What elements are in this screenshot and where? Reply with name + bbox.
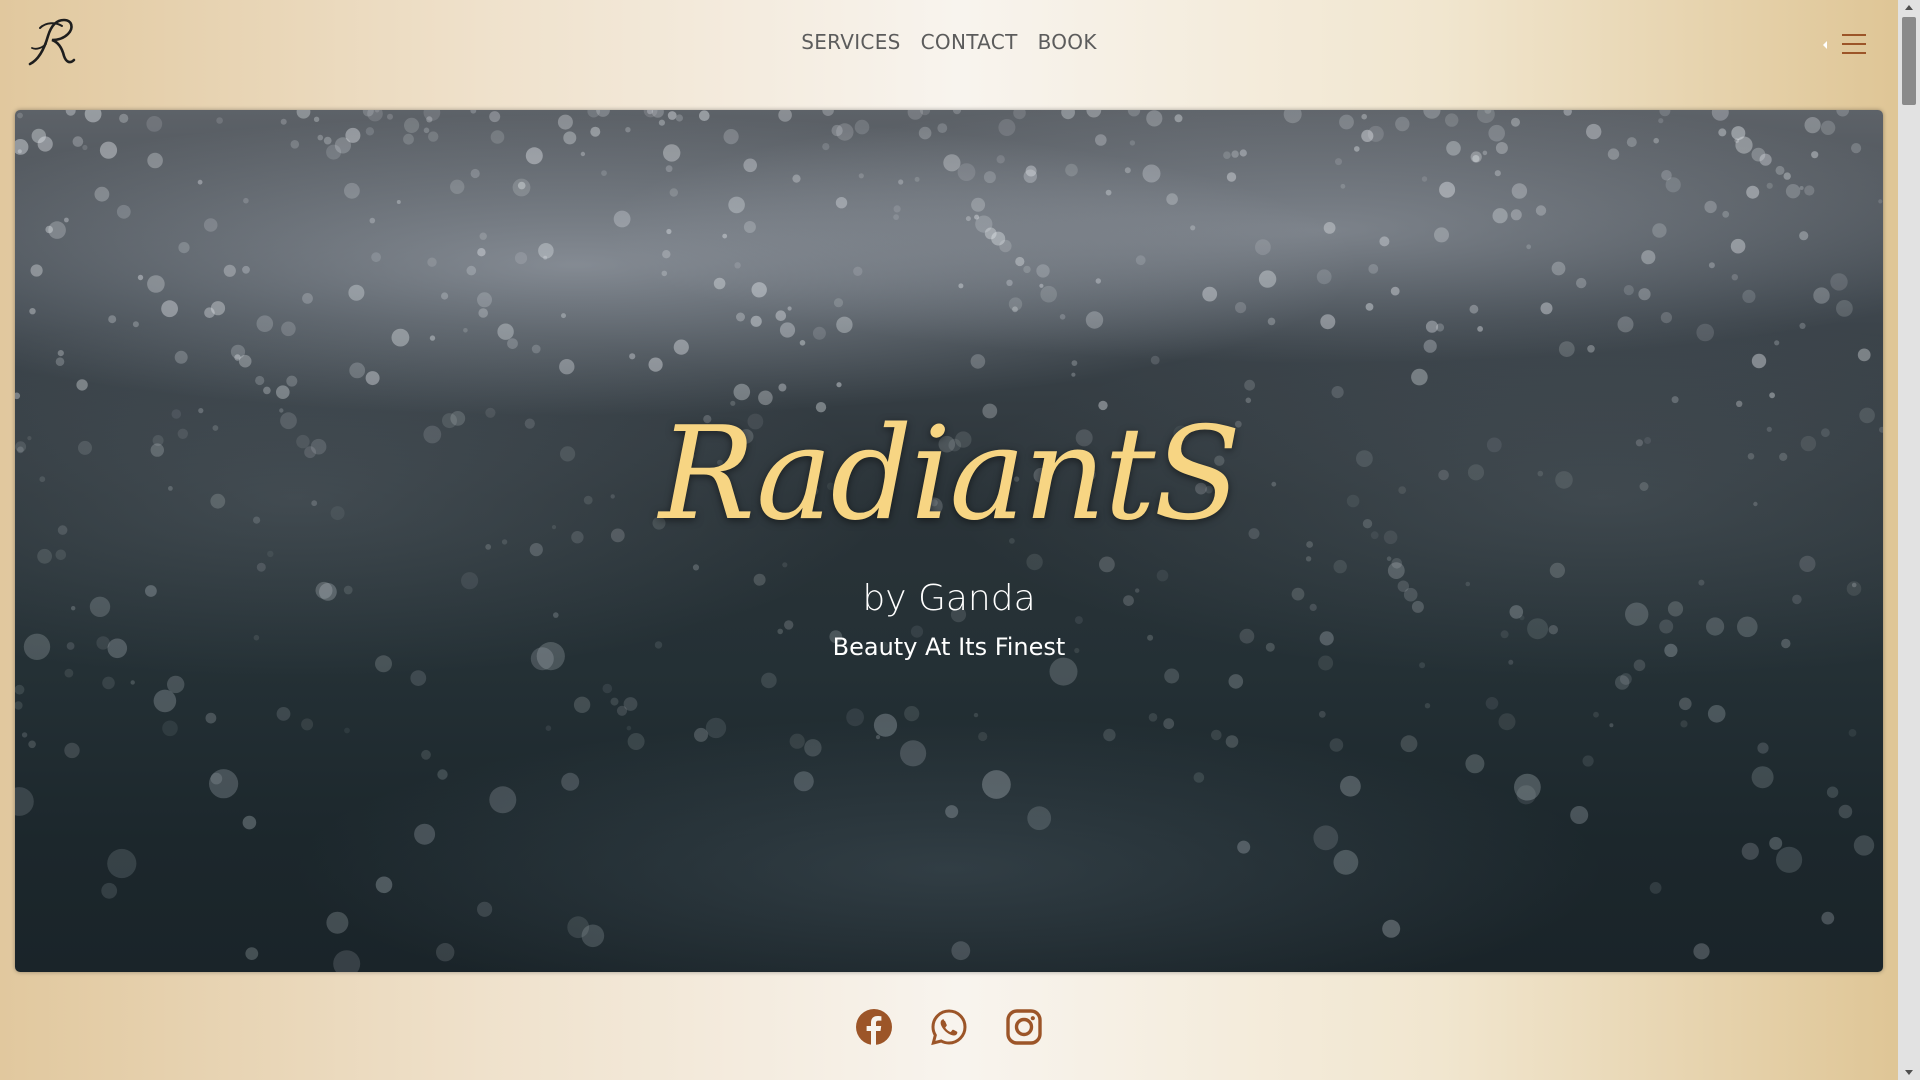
facebook-icon[interactable]	[855, 1008, 893, 1046]
hamburger-icon[interactable]	[1820, 30, 1868, 60]
social-links	[0, 1008, 1898, 1046]
brand-tagline: Beauty At Its Finest	[832, 633, 1066, 661]
page-scrollbar[interactable]	[1898, 0, 1920, 1080]
site-header: SERVICES CONTACT BOOK	[0, 0, 1898, 108]
scrollbar-thumb[interactable]	[1902, 17, 1916, 105]
nav-link-contact[interactable]: CONTACT	[921, 30, 1018, 54]
nav-link-book[interactable]: BOOK	[1038, 30, 1097, 54]
instagram-icon[interactable]	[1005, 1008, 1043, 1046]
scroll-up-arrow-icon[interactable]	[1898, 0, 1920, 16]
hero-content: RadiantS by Ganda Beauty At Its Finest	[15, 400, 1883, 661]
main-nav: SERVICES CONTACT BOOK	[0, 30, 1898, 54]
scroll-down-arrow-icon[interactable]	[1898, 1064, 1920, 1080]
nav-link-services[interactable]: SERVICES	[801, 30, 900, 54]
whatsapp-icon[interactable]	[930, 1008, 968, 1046]
hero-banner: RadiantS by Ganda Beauty At Its Finest	[15, 110, 1883, 972]
brand-subtitle: by Ganda	[862, 578, 1036, 619]
brand-title: RadiantS	[658, 400, 1241, 549]
